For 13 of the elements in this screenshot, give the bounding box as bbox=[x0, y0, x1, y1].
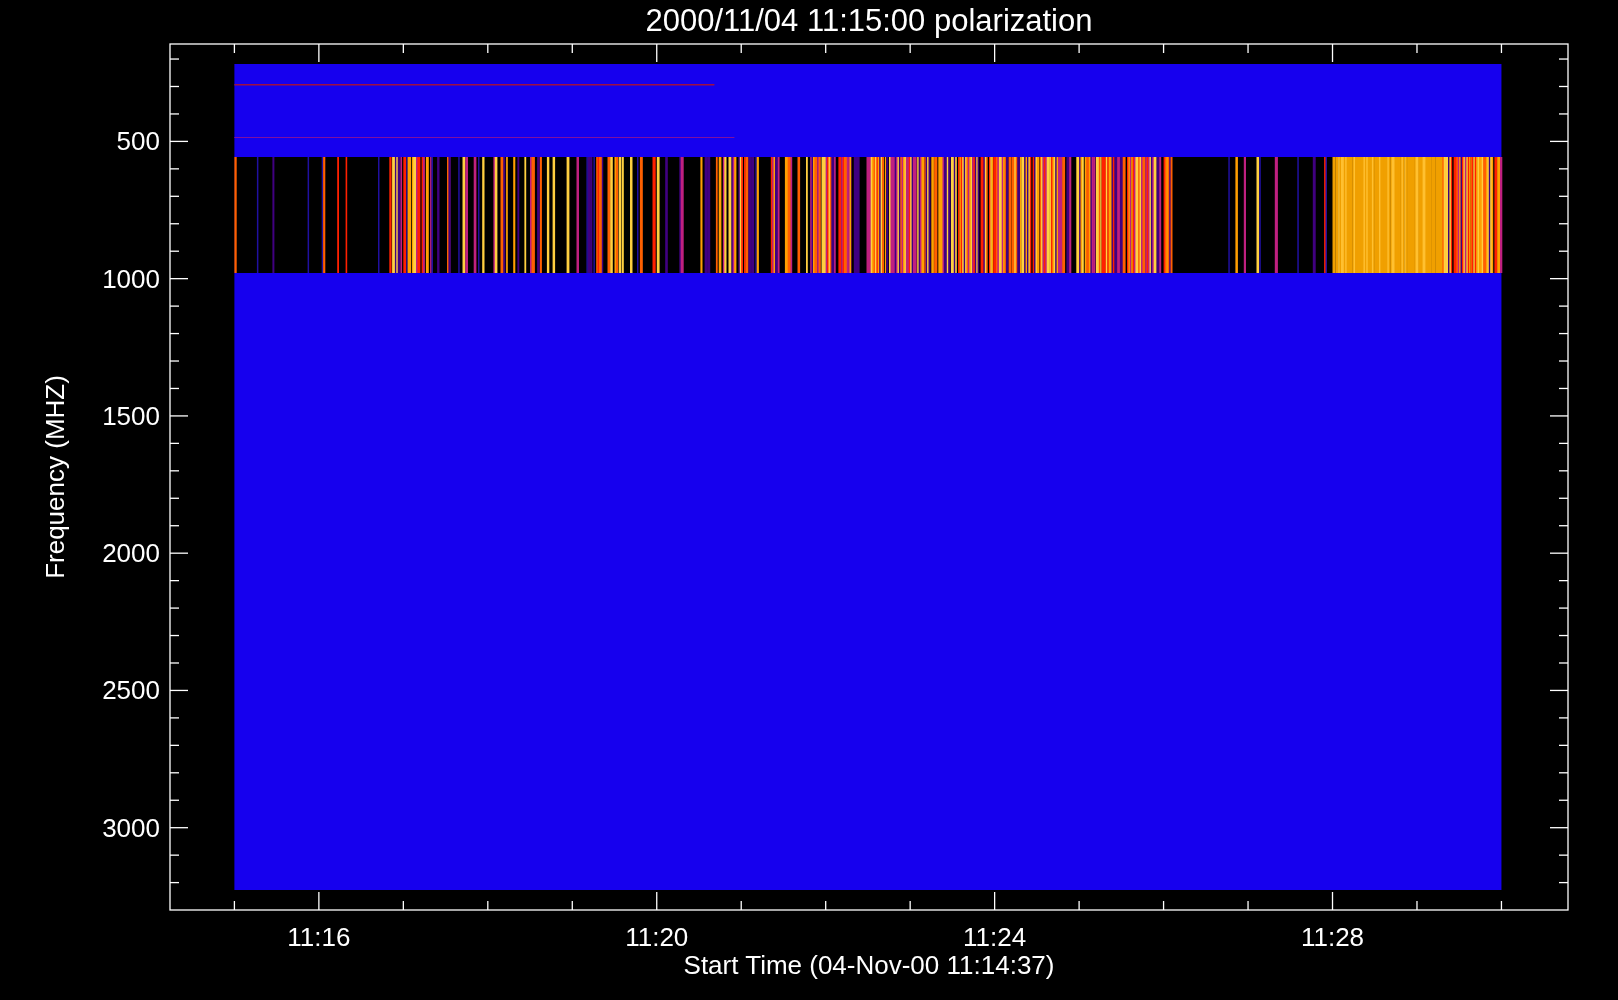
tick-label: 3000 bbox=[102, 812, 160, 843]
tick-label: 1000 bbox=[102, 263, 160, 294]
tick-label: 2000 bbox=[102, 538, 160, 569]
tick-label: 1500 bbox=[102, 400, 160, 431]
tick-label: 11:24 bbox=[963, 922, 1027, 952]
chart-title: 2000/11/04 11:15:00 polarization bbox=[645, 3, 1093, 38]
tick-label: 11:16 bbox=[287, 922, 351, 952]
tick-label: 500 bbox=[116, 126, 160, 157]
axis-label: Frequency (MHZ) bbox=[40, 375, 70, 579]
tick-label: 11:20 bbox=[625, 922, 689, 952]
tick-label: 11:28 bbox=[1300, 922, 1365, 952]
axis-label: Start Time (04-Nov-00 11:14:37) bbox=[683, 950, 1055, 980]
tick-label: 2500 bbox=[102, 675, 160, 706]
